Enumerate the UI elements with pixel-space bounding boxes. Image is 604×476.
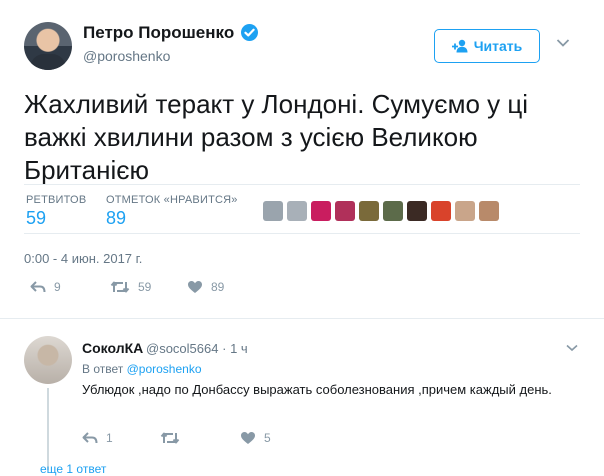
likes-stat-value[interactable]: 89 bbox=[106, 208, 126, 229]
liker-avatar[interactable] bbox=[359, 201, 379, 221]
reply-like-count: 5 bbox=[264, 431, 271, 445]
liker-avatar[interactable] bbox=[335, 201, 355, 221]
reply-like-action[interactable]: 5 bbox=[240, 431, 271, 445]
in-reply-to: В ответ @poroshenko bbox=[82, 362, 202, 376]
follow-button[interactable]: Читать bbox=[434, 29, 540, 63]
follow-button-label: Читать bbox=[473, 38, 523, 54]
author-handle[interactable]: @poroshenko bbox=[83, 48, 170, 64]
retweet-icon bbox=[110, 281, 130, 293]
liker-avatar[interactable] bbox=[431, 201, 451, 221]
chevron-down-icon[interactable] bbox=[556, 38, 570, 48]
reply-icon bbox=[30, 281, 46, 293]
retweets-stat-value[interactable]: 59 bbox=[26, 208, 46, 229]
more-replies-label: еще 1 ответ bbox=[40, 462, 107, 476]
author-name[interactable]: Петро Порошенко bbox=[83, 23, 234, 43]
in-reply-to-handle[interactable]: @poroshenko bbox=[127, 362, 202, 376]
liker-avatar[interactable] bbox=[263, 201, 283, 221]
reply-meta: @socol5664 · 1 ч bbox=[146, 341, 248, 356]
liker-avatar[interactable] bbox=[479, 201, 499, 221]
heart-icon bbox=[241, 432, 255, 444]
author-avatar[interactable] bbox=[24, 22, 72, 70]
verified-badge-icon bbox=[241, 24, 258, 41]
liker-avatar[interactable] bbox=[287, 201, 307, 221]
reply-reply-action[interactable]: 1 bbox=[82, 431, 113, 445]
reply-action[interactable]: 9 bbox=[30, 280, 61, 294]
reply-time[interactable]: 1 ч bbox=[230, 341, 248, 356]
reply-reply-count: 1 bbox=[106, 431, 113, 445]
section-divider bbox=[0, 318, 604, 319]
heart-icon bbox=[188, 281, 202, 293]
in-reply-to-prefix: В ответ bbox=[82, 362, 124, 376]
add-user-icon bbox=[451, 39, 468, 53]
thread-line bbox=[47, 388, 49, 470]
retweet-icon bbox=[160, 432, 180, 444]
liker-avatars bbox=[263, 201, 499, 221]
liker-avatar[interactable] bbox=[383, 201, 403, 221]
retweet-count: 59 bbox=[138, 280, 152, 294]
like-action[interactable]: 89 bbox=[187, 280, 224, 294]
liker-avatar[interactable] bbox=[311, 201, 331, 221]
more-replies-link[interactable]: еще 1 ответ bbox=[40, 462, 106, 476]
tweet-timestamp[interactable]: 0:00 - 4 июн. 2017 г. bbox=[24, 251, 142, 266]
retweets-stat-label: РЕТВИТОВ bbox=[26, 194, 87, 206]
reply-retweet-action[interactable] bbox=[160, 431, 188, 445]
divider bbox=[24, 184, 580, 185]
liker-avatar[interactable] bbox=[455, 201, 475, 221]
reply-count: 9 bbox=[54, 280, 61, 294]
reply-icon bbox=[82, 432, 98, 444]
like-count: 89 bbox=[211, 280, 225, 294]
reply-text: Ублюдок ,надо по Донбассу выражать собол… bbox=[82, 382, 552, 397]
likes-stat-label: ОТМЕТОК «НРАВИТСЯ» bbox=[106, 194, 238, 206]
divider bbox=[24, 233, 580, 234]
reply-author-avatar[interactable] bbox=[24, 336, 72, 384]
liker-avatar[interactable] bbox=[407, 201, 427, 221]
chevron-down-icon[interactable] bbox=[566, 344, 578, 352]
reply-author-name[interactable]: СоколКА bbox=[82, 340, 143, 356]
reply-author-handle[interactable]: @socol5664 bbox=[146, 341, 218, 356]
retweet-action[interactable]: 59 bbox=[110, 280, 151, 294]
meta-separator: · bbox=[222, 341, 227, 356]
tweet-text: Жахливий теракт у Лондоні. Сумуємо у ці … bbox=[24, 89, 529, 185]
